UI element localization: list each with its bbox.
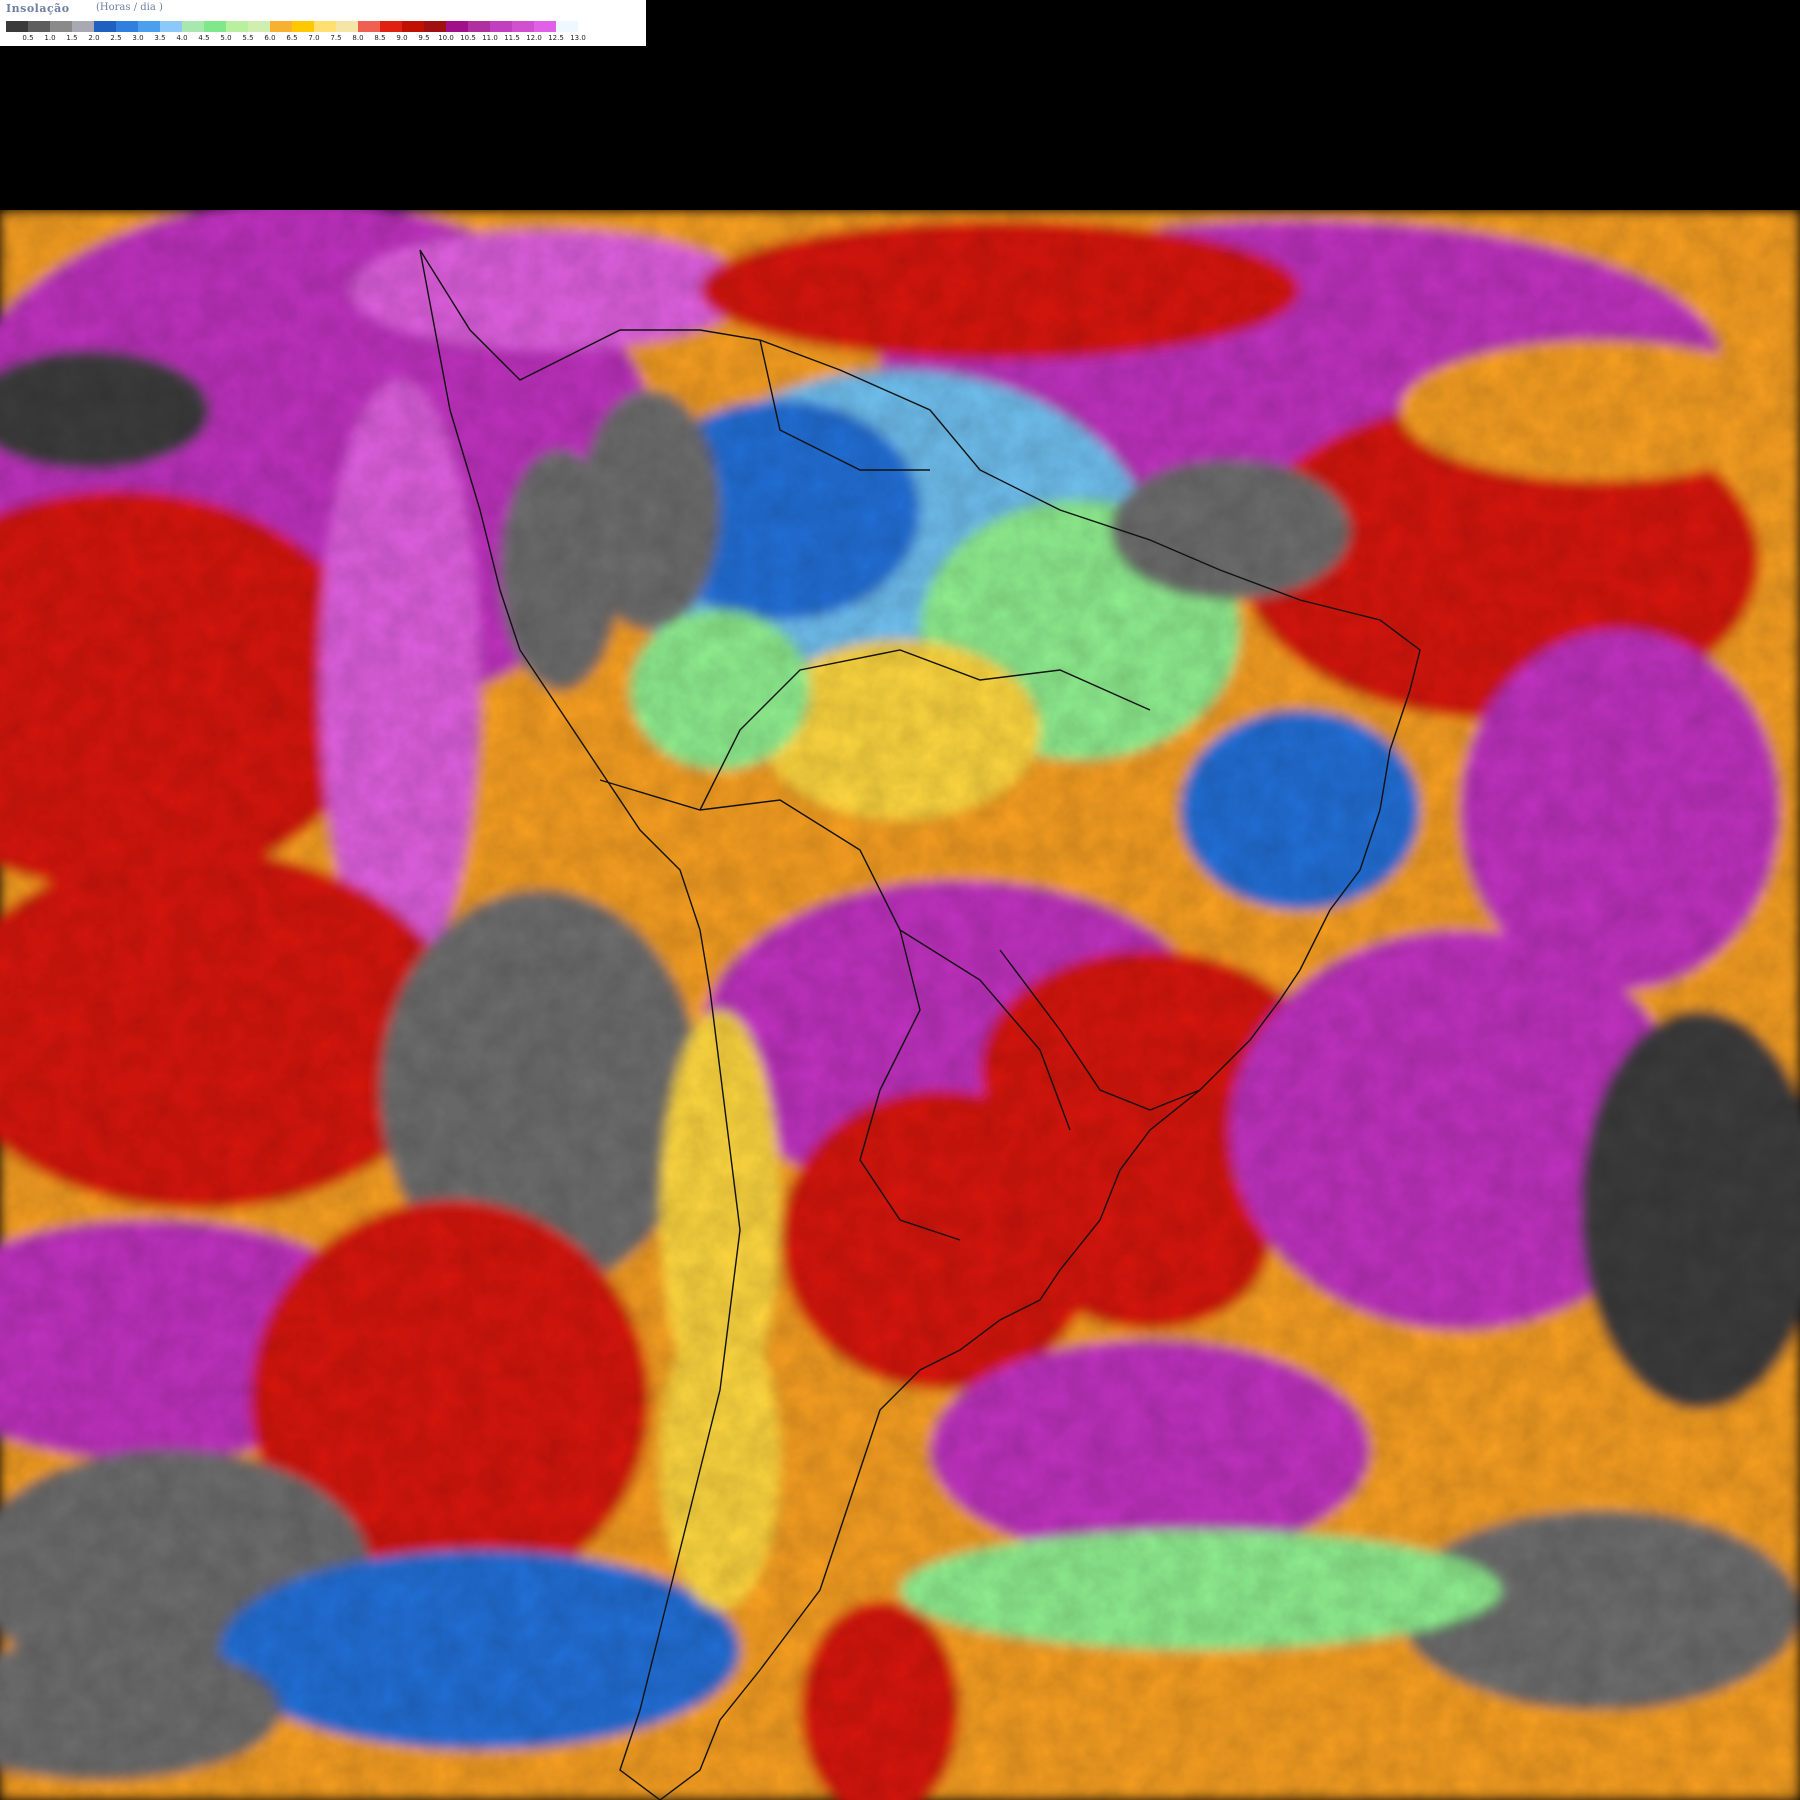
legend-color-bar [6,21,600,32]
legend-tick: 9.0 [396,34,408,42]
legend-tick: 10.5 [460,34,476,42]
legend-tick: 13.0 [570,34,586,42]
legend-swatch [270,21,292,32]
legend-swatch [94,21,116,32]
legend-tick: 12.5 [548,34,564,42]
legend-tick: 2.5 [110,34,122,42]
legend-tick: 2.0 [88,34,100,42]
legend-swatch [314,21,336,32]
legend-tick: 1.0 [44,34,56,42]
legend-swatch [116,21,138,32]
legend-tick: 1.5 [66,34,78,42]
legend-tick: 8.5 [374,34,386,42]
legend-tick: 7.5 [330,34,342,42]
legend-swatch [204,21,226,32]
legend-swatch [446,21,468,32]
legend-tick: 11.0 [482,34,498,42]
legend-tick: 0.5 [22,34,34,42]
legend-swatch [424,21,446,32]
legend-swatch [248,21,270,32]
legend-swatch [556,21,578,32]
legend-tick: 5.5 [242,34,254,42]
legend-tick: 5.0 [220,34,232,42]
legend-tick-labels: 0.5 1.0 1.5 2.0 2.5 3.0 3.5 4.0 4.5 5.0 5.5 6.0 6.5 7… [6,34,646,44]
legend-swatch [292,21,314,32]
legend-swatch [72,21,94,32]
texture-overlay [0,210,1800,1800]
legend-tick: 4.0 [176,34,188,42]
legend-swatch [578,21,600,32]
legend-tick: 8.0 [352,34,364,42]
legend-tick: 7.0 [308,34,320,42]
legend-tick: 3.5 [154,34,166,42]
legend-tick: 10.0 [438,34,454,42]
legend-swatch [534,21,556,32]
legend-swatch [160,21,182,32]
legend-title: Insolação [6,2,70,15]
legend-swatch [182,21,204,32]
legend-tick: 9.5 [418,34,430,42]
legend-swatch [50,21,72,32]
legend-swatch [28,21,50,32]
legend-tick: 6.5 [286,34,298,42]
legend-swatch [226,21,248,32]
legend-tick: 11.5 [504,34,520,42]
legend-unit: (Horas / dia ) [96,2,163,13]
legend-swatch [380,21,402,32]
legend-tick: 4.5 [198,34,210,42]
legend-tick: 12.0 [526,34,542,42]
legend-tick: 3.0 [132,34,144,42]
legend-swatch [6,21,28,32]
legend-swatch [402,21,424,32]
legend-swatch [358,21,380,32]
legend-swatch [336,21,358,32]
legend-swatch [468,21,490,32]
legend-tick: 6.0 [264,34,276,42]
legend-swatch [512,21,534,32]
legend-swatch [138,21,160,32]
legend-panel: Insolação (Horas / dia ) 0.5 1.0 1.5 2.0 2.5… [0,0,646,46]
legend-swatch [490,21,512,32]
insolation-map [0,210,1800,1800]
